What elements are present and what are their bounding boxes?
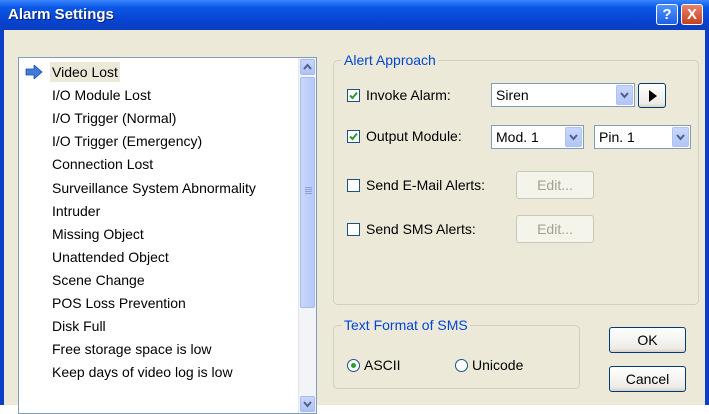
play-icon — [649, 90, 657, 102]
pin-select[interactable]: Pin. 1 — [594, 125, 691, 149]
list-item[interactable]: Video Lost — [50, 62, 120, 82]
radio-selected-dot — [351, 363, 356, 368]
scroll-up-button[interactable] — [300, 59, 315, 75]
dropdown-button[interactable] — [672, 127, 689, 147]
list-item[interactable]: Free storage space is low — [52, 339, 212, 359]
chevron-down-icon — [569, 134, 578, 141]
grip-line — [305, 191, 312, 192]
chevron-down-icon — [676, 134, 685, 141]
close-button[interactable]: X — [681, 4, 703, 25]
list-item[interactable]: Surveillance System Abnormality — [52, 178, 256, 198]
checkmark-icon — [349, 132, 358, 141]
list-item[interactable]: Keep days of video log is low — [52, 362, 233, 382]
list-item[interactable]: I/O Module Lost — [52, 85, 151, 105]
send-email-checkbox[interactable] — [347, 179, 360, 192]
alarm-sound-value: Siren — [496, 87, 529, 103]
unicode-label: Unicode — [472, 357, 524, 373]
chevron-down-icon — [620, 92, 629, 99]
grip-line — [305, 193, 312, 194]
help-button[interactable]: ? — [656, 4, 678, 25]
alarm-settings-window: Alarm Settings ? X Video Lost I/O Module … — [0, 0, 709, 414]
scroll-thumb[interactable] — [300, 77, 315, 308]
send-email-label: Send E-Mail Alerts: — [366, 177, 486, 193]
list-item[interactable]: Intruder — [52, 201, 100, 221]
list-item[interactable]: I/O Trigger (Normal) — [52, 108, 176, 128]
ok-button[interactable]: OK — [609, 327, 686, 353]
sms-format-legend: Text Format of SMS — [342, 317, 470, 333]
title-bar[interactable]: Alarm Settings ? X — [0, 0, 709, 30]
alarm-event-list[interactable]: Video Lost I/O Module Lost I/O Trigger (No… — [18, 57, 317, 414]
alarm-sound-select[interactable]: Siren — [491, 83, 635, 107]
chevron-up-icon — [303, 63, 312, 70]
ascii-label: ASCII — [364, 357, 401, 373]
output-module-label: Output Module: — [366, 128, 462, 144]
list-item[interactable]: POS Loss Prevention — [52, 293, 186, 313]
invoke-alarm-checkbox[interactable] — [347, 89, 360, 102]
list-item[interactable]: I/O Trigger (Emergency) — [52, 131, 202, 151]
edit-sms-button[interactable]: Edit... — [516, 215, 594, 243]
dialog-body: Video Lost I/O Module Lost I/O Trigger (No… — [4, 30, 705, 414]
module-select[interactable]: Mod. 1 — [491, 125, 584, 149]
list-item[interactable]: Unattended Object — [52, 247, 169, 267]
list-scrollbar[interactable] — [298, 58, 316, 413]
grip-line — [305, 189, 312, 190]
window-title: Alarm Settings — [8, 6, 114, 23]
ascii-radio[interactable] — [347, 359, 360, 372]
list-item[interactable]: Disk Full — [52, 316, 106, 336]
unicode-radio[interactable] — [455, 359, 468, 372]
chevron-down-icon — [303, 401, 312, 408]
play-alarm-button[interactable] — [638, 83, 666, 108]
list-item[interactable]: Scene Change — [52, 270, 145, 290]
dropdown-button[interactable] — [616, 85, 633, 105]
checkmark-icon — [349, 91, 358, 100]
module-value: Mod. 1 — [496, 129, 539, 145]
list-item[interactable]: Connection Lost — [52, 154, 153, 174]
selected-arrow-icon — [25, 65, 43, 79]
scroll-down-button[interactable] — [300, 396, 315, 412]
alert-approach-legend: Alert Approach — [342, 52, 438, 68]
pin-value: Pin. 1 — [599, 129, 635, 145]
invoke-alarm-label: Invoke Alarm: — [366, 87, 451, 103]
edit-email-button[interactable]: Edit... — [516, 171, 594, 199]
output-module-checkbox[interactable] — [347, 130, 360, 143]
send-sms-label: Send SMS Alerts: — [366, 221, 476, 237]
list-item[interactable]: Missing Object — [52, 224, 144, 244]
cancel-button[interactable]: Cancel — [609, 366, 686, 392]
send-sms-checkbox[interactable] — [347, 223, 360, 236]
dropdown-button[interactable] — [565, 127, 582, 147]
grip-line — [305, 187, 312, 188]
